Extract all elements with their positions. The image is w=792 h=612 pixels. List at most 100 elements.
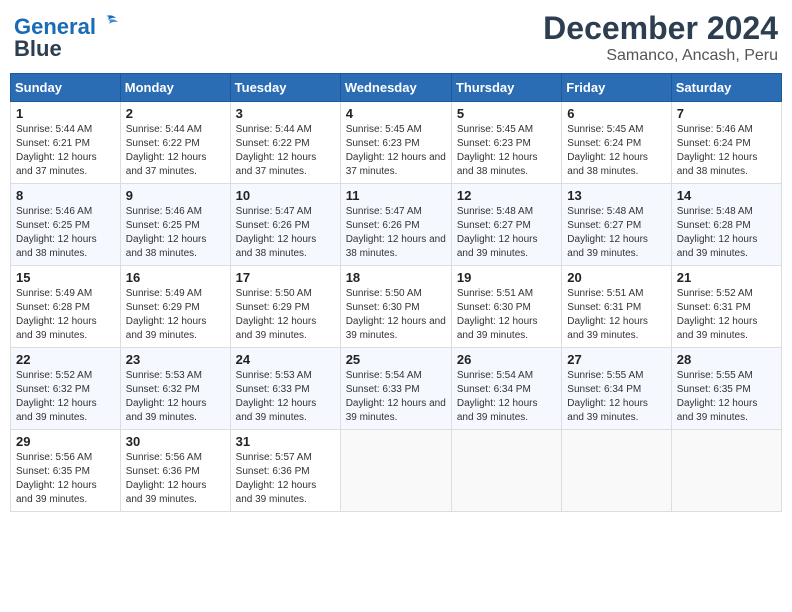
table-cell: 27 Sunrise: 5:55 AMSunset: 6:34 PMDaylig… <box>562 348 671 430</box>
table-cell: 25 Sunrise: 5:54 AMSunset: 6:33 PMDaylig… <box>340 348 451 430</box>
calendar-table: Sunday Monday Tuesday Wednesday Thursday… <box>10 73 782 512</box>
page-header: General Blue December 2024 Samanco, Anca… <box>10 10 782 65</box>
table-cell: 28 Sunrise: 5:55 AMSunset: 6:35 PMDaylig… <box>671 348 781 430</box>
day-number: 1 <box>16 106 115 121</box>
day-number: 26 <box>457 352 556 367</box>
cell-info: Sunrise: 5:46 AMSunset: 6:25 PMDaylight:… <box>16 206 97 259</box>
calendar-subtitle: Samanco, Ancash, Peru <box>543 47 778 65</box>
table-cell <box>562 430 671 512</box>
table-cell: 2 Sunrise: 5:44 AMSunset: 6:22 PMDayligh… <box>120 102 230 184</box>
cell-info: Sunrise: 5:45 AMSunset: 6:23 PMDaylight:… <box>346 124 446 177</box>
week-row-1: 1 Sunrise: 5:44 AMSunset: 6:21 PMDayligh… <box>11 102 782 184</box>
cell-info: Sunrise: 5:47 AMSunset: 6:26 PMDaylight:… <box>236 206 317 259</box>
day-number: 25 <box>346 352 446 367</box>
table-cell: 10 Sunrise: 5:47 AMSunset: 6:26 PMDaylig… <box>230 184 340 266</box>
day-number: 8 <box>16 188 115 203</box>
table-cell: 7 Sunrise: 5:46 AMSunset: 6:24 PMDayligh… <box>671 102 781 184</box>
day-number: 31 <box>236 434 335 449</box>
logo: General Blue <box>14 14 120 62</box>
table-cell: 20 Sunrise: 5:51 AMSunset: 6:31 PMDaylig… <box>562 266 671 348</box>
table-cell: 18 Sunrise: 5:50 AMSunset: 6:30 PMDaylig… <box>340 266 451 348</box>
title-block: December 2024 Samanco, Ancash, Peru <box>543 10 778 65</box>
table-cell <box>451 430 561 512</box>
calendar-header-row: Sunday Monday Tuesday Wednesday Thursday… <box>11 74 782 102</box>
col-sunday: Sunday <box>11 74 121 102</box>
table-cell: 4 Sunrise: 5:45 AMSunset: 6:23 PMDayligh… <box>340 102 451 184</box>
table-cell: 26 Sunrise: 5:54 AMSunset: 6:34 PMDaylig… <box>451 348 561 430</box>
cell-info: Sunrise: 5:55 AMSunset: 6:35 PMDaylight:… <box>677 370 758 423</box>
table-cell: 3 Sunrise: 5:44 AMSunset: 6:22 PMDayligh… <box>230 102 340 184</box>
cell-info: Sunrise: 5:44 AMSunset: 6:21 PMDaylight:… <box>16 124 97 177</box>
cell-info: Sunrise: 5:49 AMSunset: 6:29 PMDaylight:… <box>126 288 207 341</box>
calendar-title: December 2024 <box>543 10 778 47</box>
day-number: 11 <box>346 188 446 203</box>
cell-info: Sunrise: 5:51 AMSunset: 6:30 PMDaylight:… <box>457 288 538 341</box>
cell-info: Sunrise: 5:46 AMSunset: 6:24 PMDaylight:… <box>677 124 758 177</box>
table-cell: 17 Sunrise: 5:50 AMSunset: 6:29 PMDaylig… <box>230 266 340 348</box>
day-number: 9 <box>126 188 225 203</box>
cell-info: Sunrise: 5:45 AMSunset: 6:24 PMDaylight:… <box>567 124 648 177</box>
table-cell: 30 Sunrise: 5:56 AMSunset: 6:36 PMDaylig… <box>120 430 230 512</box>
day-number: 10 <box>236 188 335 203</box>
col-saturday: Saturday <box>671 74 781 102</box>
day-number: 7 <box>677 106 776 121</box>
table-cell: 5 Sunrise: 5:45 AMSunset: 6:23 PMDayligh… <box>451 102 561 184</box>
table-cell: 23 Sunrise: 5:53 AMSunset: 6:32 PMDaylig… <box>120 348 230 430</box>
cell-info: Sunrise: 5:44 AMSunset: 6:22 PMDaylight:… <box>126 124 207 177</box>
day-number: 19 <box>457 270 556 285</box>
day-number: 23 <box>126 352 225 367</box>
col-monday: Monday <box>120 74 230 102</box>
table-cell: 22 Sunrise: 5:52 AMSunset: 6:32 PMDaylig… <box>11 348 121 430</box>
table-cell: 31 Sunrise: 5:57 AMSunset: 6:36 PMDaylig… <box>230 430 340 512</box>
day-number: 21 <box>677 270 776 285</box>
cell-info: Sunrise: 5:46 AMSunset: 6:25 PMDaylight:… <box>126 206 207 259</box>
day-number: 4 <box>346 106 446 121</box>
week-row-4: 22 Sunrise: 5:52 AMSunset: 6:32 PMDaylig… <box>11 348 782 430</box>
table-cell: 15 Sunrise: 5:49 AMSunset: 6:28 PMDaylig… <box>11 266 121 348</box>
day-number: 28 <box>677 352 776 367</box>
col-friday: Friday <box>562 74 671 102</box>
cell-info: Sunrise: 5:45 AMSunset: 6:23 PMDaylight:… <box>457 124 538 177</box>
table-cell: 19 Sunrise: 5:51 AMSunset: 6:30 PMDaylig… <box>451 266 561 348</box>
day-number: 14 <box>677 188 776 203</box>
cell-info: Sunrise: 5:52 AMSunset: 6:32 PMDaylight:… <box>16 370 97 423</box>
cell-info: Sunrise: 5:57 AMSunset: 6:36 PMDaylight:… <box>236 452 317 505</box>
cell-info: Sunrise: 5:47 AMSunset: 6:26 PMDaylight:… <box>346 206 446 259</box>
table-cell: 1 Sunrise: 5:44 AMSunset: 6:21 PMDayligh… <box>11 102 121 184</box>
cell-info: Sunrise: 5:51 AMSunset: 6:31 PMDaylight:… <box>567 288 648 341</box>
table-cell: 9 Sunrise: 5:46 AMSunset: 6:25 PMDayligh… <box>120 184 230 266</box>
day-number: 22 <box>16 352 115 367</box>
table-cell: 8 Sunrise: 5:46 AMSunset: 6:25 PMDayligh… <box>11 184 121 266</box>
table-cell: 16 Sunrise: 5:49 AMSunset: 6:29 PMDaylig… <box>120 266 230 348</box>
col-tuesday: Tuesday <box>230 74 340 102</box>
table-cell: 14 Sunrise: 5:48 AMSunset: 6:28 PMDaylig… <box>671 184 781 266</box>
cell-info: Sunrise: 5:44 AMSunset: 6:22 PMDaylight:… <box>236 124 317 177</box>
table-cell: 21 Sunrise: 5:52 AMSunset: 6:31 PMDaylig… <box>671 266 781 348</box>
col-thursday: Thursday <box>451 74 561 102</box>
day-number: 30 <box>126 434 225 449</box>
table-cell: 24 Sunrise: 5:53 AMSunset: 6:33 PMDaylig… <box>230 348 340 430</box>
table-cell <box>340 430 451 512</box>
cell-info: Sunrise: 5:48 AMSunset: 6:28 PMDaylight:… <box>677 206 758 259</box>
table-cell: 6 Sunrise: 5:45 AMSunset: 6:24 PMDayligh… <box>562 102 671 184</box>
cell-info: Sunrise: 5:49 AMSunset: 6:28 PMDaylight:… <box>16 288 97 341</box>
cell-info: Sunrise: 5:53 AMSunset: 6:33 PMDaylight:… <box>236 370 317 423</box>
cell-info: Sunrise: 5:56 AMSunset: 6:35 PMDaylight:… <box>16 452 97 505</box>
cell-info: Sunrise: 5:50 AMSunset: 6:30 PMDaylight:… <box>346 288 446 341</box>
day-number: 3 <box>236 106 335 121</box>
day-number: 2 <box>126 106 225 121</box>
cell-info: Sunrise: 5:50 AMSunset: 6:29 PMDaylight:… <box>236 288 317 341</box>
table-cell: 13 Sunrise: 5:48 AMSunset: 6:27 PMDaylig… <box>562 184 671 266</box>
day-number: 13 <box>567 188 665 203</box>
day-number: 17 <box>236 270 335 285</box>
day-number: 27 <box>567 352 665 367</box>
table-cell: 29 Sunrise: 5:56 AMSunset: 6:35 PMDaylig… <box>11 430 121 512</box>
cell-info: Sunrise: 5:53 AMSunset: 6:32 PMDaylight:… <box>126 370 207 423</box>
cell-info: Sunrise: 5:48 AMSunset: 6:27 PMDaylight:… <box>457 206 538 259</box>
col-wednesday: Wednesday <box>340 74 451 102</box>
cell-info: Sunrise: 5:55 AMSunset: 6:34 PMDaylight:… <box>567 370 648 423</box>
day-number: 24 <box>236 352 335 367</box>
week-row-2: 8 Sunrise: 5:46 AMSunset: 6:25 PMDayligh… <box>11 184 782 266</box>
day-number: 5 <box>457 106 556 121</box>
day-number: 29 <box>16 434 115 449</box>
